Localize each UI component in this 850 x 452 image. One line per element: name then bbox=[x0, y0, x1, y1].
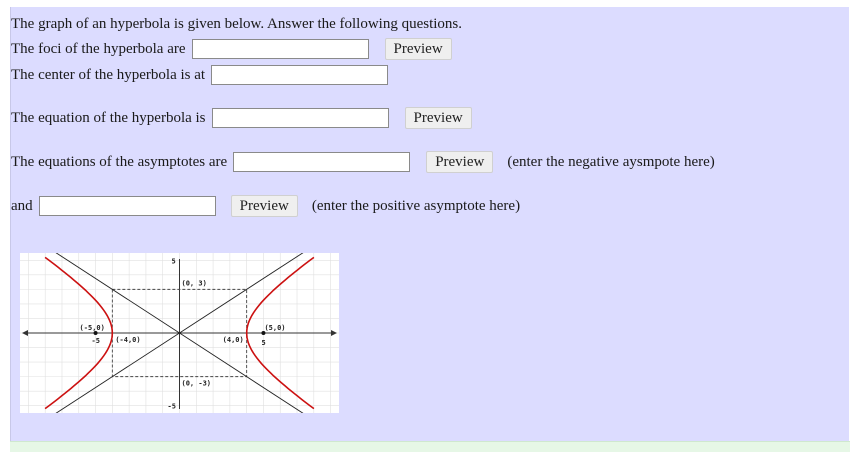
equation-preview-button[interactable]: Preview bbox=[404, 107, 472, 129]
and-label: and bbox=[11, 197, 33, 214]
asymptote-pos-input[interactable] bbox=[38, 196, 216, 216]
center-row: The center of the hyperbola is at bbox=[11, 65, 389, 85]
equation-label: The equation of the hyperbola is bbox=[11, 109, 206, 126]
x-tick-5-label: 5 bbox=[261, 339, 265, 347]
negative-asymptote-hint: (enter the negative aysmpote here) bbox=[507, 153, 715, 170]
and-row: and Preview (enter the positive asymptot… bbox=[11, 195, 520, 217]
graph-axes bbox=[22, 259, 337, 409]
positive-asymptote-hint: (enter the positive asymptote here) bbox=[311, 197, 521, 214]
left-vertex-label: (-4,0) bbox=[115, 336, 140, 344]
left-focus-point bbox=[93, 331, 98, 335]
hyperbola-graph-svg: (0, 3) (0, -3) (-5,0) (5,0) (-4,0) (4,0)… bbox=[20, 253, 339, 413]
right-focus-label: (5,0) bbox=[264, 324, 285, 332]
left-focus-label: (-5,0) bbox=[80, 324, 105, 332]
asymptotes-row: The equations of the asymptotes are Prev… bbox=[11, 151, 715, 173]
right-focus-point bbox=[261, 331, 266, 335]
intro-text: The graph of an hyperbola is given below… bbox=[11, 16, 463, 32]
top-vertex-label: (0, 3) bbox=[182, 279, 207, 287]
equation-input[interactable] bbox=[211, 108, 389, 128]
y-tick-neg5-label: -5 bbox=[168, 403, 176, 411]
intro-row: The graph of an hyperbola is given below… bbox=[11, 16, 462, 33]
foci-input[interactable] bbox=[191, 39, 369, 59]
right-vertex-label: (4,0) bbox=[223, 336, 244, 344]
bottom-vertex-label: (0, -3) bbox=[182, 380, 212, 388]
center-input[interactable] bbox=[211, 65, 389, 85]
foci-row: The foci of the hyperbola are Preview bbox=[11, 38, 452, 60]
asymptote-pos-preview-button[interactable]: Preview bbox=[230, 195, 298, 217]
x-axis-arrow-right bbox=[331, 330, 337, 336]
foci-label: The foci of the hyperbola are bbox=[11, 40, 186, 57]
x-tick-neg5-label: -5 bbox=[92, 337, 100, 345]
x-axis-arrow-left bbox=[22, 330, 28, 336]
answer-strip bbox=[10, 441, 850, 452]
center-label: The center of the hyperbola is at bbox=[11, 66, 206, 83]
asymptote-neg-input[interactable] bbox=[233, 152, 411, 172]
asymptote-neg-preview-button[interactable]: Preview bbox=[426, 151, 494, 173]
graph-labels: (0, 3) (0, -3) (-5,0) (5,0) (-4,0) (4,0)… bbox=[80, 257, 286, 410]
equation-row: The equation of the hyperbola is Preview bbox=[11, 107, 472, 129]
hyperbola-graph: (0, 3) (0, -3) (-5,0) (5,0) (-4,0) (4,0)… bbox=[20, 253, 339, 413]
y-tick-5-label: 5 bbox=[172, 257, 176, 265]
foci-preview-button[interactable]: Preview bbox=[384, 38, 452, 60]
asymptotes-label: The equations of the asymptotes are bbox=[11, 153, 228, 170]
